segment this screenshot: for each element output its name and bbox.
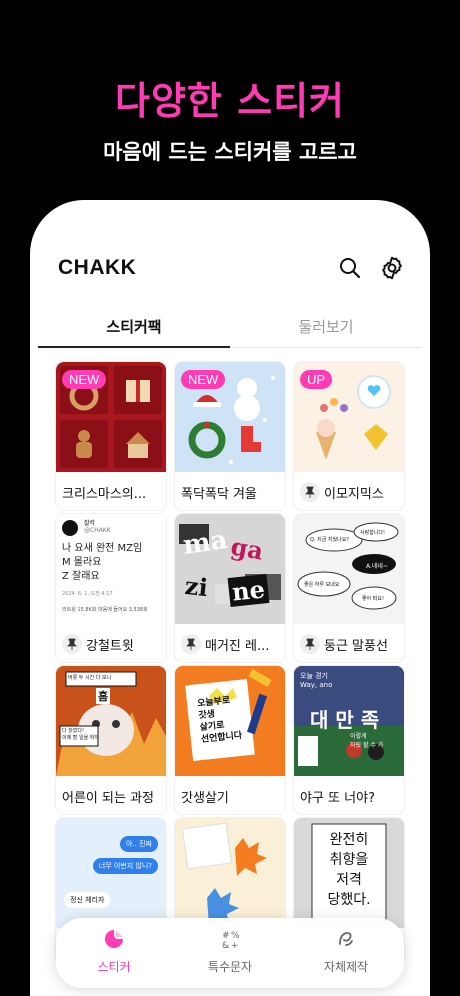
- pin-icon[interactable]: [300, 482, 320, 502]
- pin-icon[interactable]: [181, 634, 201, 654]
- pin-icon[interactable]: [300, 634, 320, 654]
- up-badge: UP: [300, 370, 333, 389]
- promo-headline: 다양한 스티커: [115, 79, 345, 123]
- sticker-pack-card[interactable]: Q. 지금 지웠나요? 사랑합니다! A.네네~ 좋은 하루 보내요 좋아 떠요…: [294, 514, 404, 662]
- tab-bar: 스티커팩 둘러보기: [38, 308, 422, 348]
- svg-text:%: %: [231, 931, 240, 941]
- pack-title: 어른이 되는 과정: [62, 790, 154, 806]
- pack-thumbnail: NEW: [56, 362, 166, 472]
- svg-text:+: +: [231, 941, 239, 950]
- gear-icon[interactable]: [376, 252, 408, 284]
- promo-subline: 마음에 드는 스티커를 고르고: [103, 140, 357, 164]
- svg-text:&: &: [222, 941, 229, 950]
- sticker-pack-card[interactable]: 버릇 두 시간 다 보니 흠 다 늙었다! 이제 할 일을 하자 어른이 되는 …: [56, 666, 166, 814]
- new-badge: NEW: [62, 370, 107, 389]
- pack-thumbnail: 완전히 취향을 저격 당했다.: [294, 818, 404, 928]
- bottom-nav: 스티커 #% & + 특수문자 자체제작: [56, 918, 404, 988]
- special-chars-icon: #% & +: [219, 931, 241, 954]
- nav-item-custom-make[interactable]: 자체제작: [288, 928, 404, 975]
- svg-text:#: #: [222, 931, 230, 941]
- pack-thumbnail: 오늘부로 갓생 살기로 선언합니다: [175, 666, 285, 776]
- pack-thumbnail: 아.. 진짜 너무 이번지 않니? 정신 체리자: [56, 818, 166, 928]
- tab-browse[interactable]: 둘러보기: [230, 316, 422, 337]
- pack-thumbnail: NEW: [175, 362, 285, 472]
- pack-thumbnail: 찰칵 @CHAKK 나 요새 완전 MZ임 M 몰라요 Z 잘래요 2024. …: [56, 514, 166, 624]
- search-icon[interactable]: [334, 252, 366, 284]
- tab-sticker-pack[interactable]: 스티커팩: [38, 316, 230, 337]
- nav-item-sticker[interactable]: 스티커: [56, 928, 172, 975]
- new-badge: NEW: [181, 370, 226, 389]
- pack-thumbnail: 오늘 경기 Way, ano 대 만 족 이렇게 자릿 할 수 가: [294, 666, 404, 776]
- tweet-text: 나 요새 완전 MZ임 M 몰라요 Z 잘래요: [62, 543, 143, 582]
- pack-thumbnail: UP: [294, 362, 404, 472]
- custom-make-icon: [335, 932, 357, 954]
- nav-item-special-chars[interactable]: #% & + 특수문자: [172, 928, 288, 975]
- pack-title: 야구 또 너야?: [300, 790, 375, 806]
- pack-thumbnail: 버릇 두 시간 다 보니 흠 다 늙었다! 이제 할 일을 하자: [56, 666, 166, 776]
- sticker-pack-card[interactable]: NEW 크리스마스의...: [56, 362, 166, 510]
- sticker-pack-card[interactable]: ma ga zi ne 매거진 레...: [175, 514, 285, 662]
- sticker-pack-card[interactable]: 오늘 경기 Way, ano 대 만 족 이렇게 자릿 할 수 가 야구 또 너…: [294, 666, 404, 814]
- pack-title: 강철트윗: [62, 632, 162, 656]
- pack-title: 매거진 레...: [181, 632, 281, 656]
- pack-thumbnail: ma ga zi ne: [175, 514, 285, 624]
- sticker-pack-card[interactable]: 오늘부로 갓생 살기로 선언합니다 갓생살기: [175, 666, 285, 814]
- phone-screen: CHAKK 스티커팩 둘러보기 NEW 크리스마스의... NEW 폭닥폭닥 겨…: [30, 200, 430, 996]
- pack-title: 이모지믹스: [300, 480, 400, 504]
- active-tab-indicator: [38, 346, 230, 348]
- sticker-icon: [103, 930, 125, 954]
- pack-title: 폭닥폭닥 겨울: [181, 486, 257, 502]
- pack-title: 갓생살기: [181, 790, 229, 806]
- sticker-pack-card[interactable]: UP 이모지믹스: [294, 362, 404, 510]
- pack-thumbnail: [175, 818, 285, 928]
- pin-icon[interactable]: [62, 634, 82, 654]
- pack-title: 둥근 말풍선: [300, 632, 400, 656]
- pack-title: 크리스마스의...: [62, 486, 147, 502]
- app-bar: CHAKK: [58, 252, 408, 288]
- brand-logo: CHAKK: [58, 256, 137, 279]
- sticker-pack-card[interactable]: 찰칵 @CHAKK 나 요새 완전 MZ임 M 몰라요 Z 잘래요 2024. …: [56, 514, 166, 662]
- avatar: [62, 520, 78, 536]
- pack-thumbnail: Q. 지금 지웠나요? 사랑합니다! A.네네~ 좋은 하루 보내요 좋아 떠요…: [294, 514, 404, 624]
- sticker-pack-card[interactable]: NEW 폭닥폭닥 겨울: [175, 362, 285, 510]
